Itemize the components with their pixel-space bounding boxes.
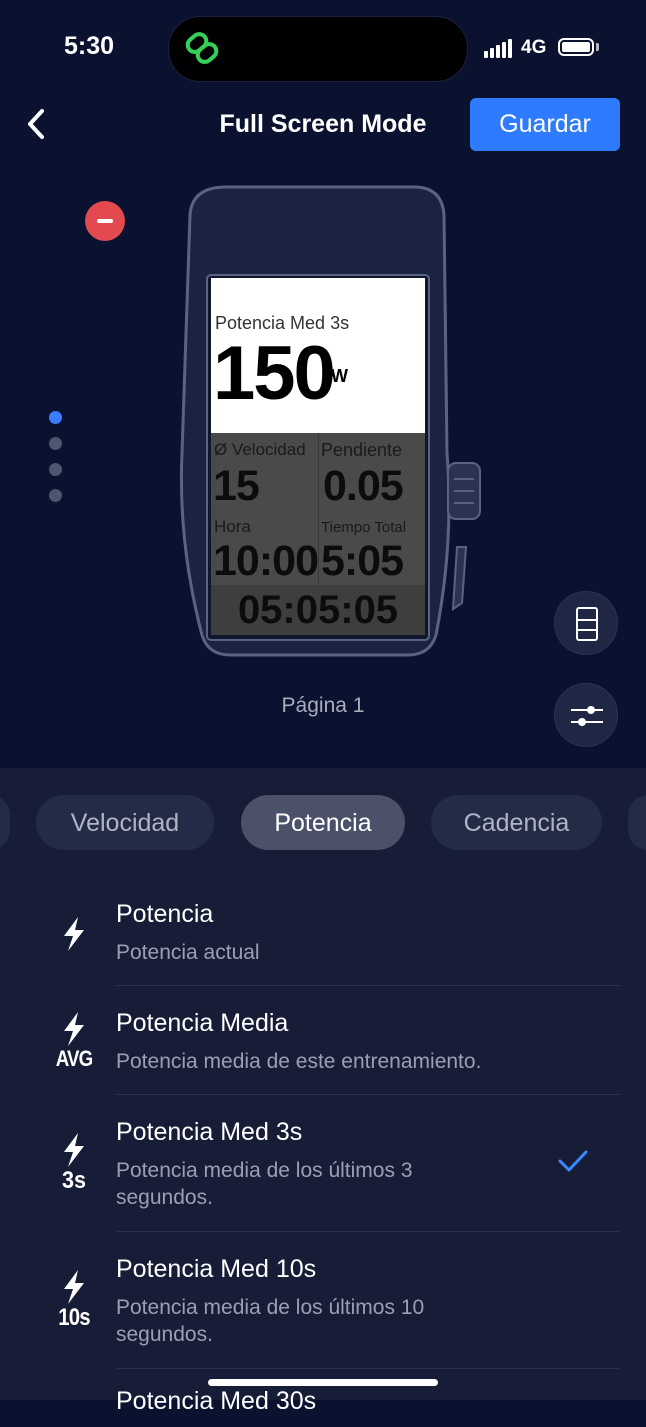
lightning-3s-icon	[64, 1133, 84, 1167]
back-chevron-icon[interactable]	[22, 106, 52, 142]
network-type: 4G	[521, 37, 547, 58]
main-field-unit: W	[331, 366, 348, 386]
status-time: 5:30	[64, 32, 115, 60]
list-item-potencia[interactable]: Potencia Potencia actual	[0, 897, 646, 985]
field-grade-value: 0.05	[323, 462, 404, 510]
list-item-icon-tag: 10s	[58, 1304, 90, 1331]
remove-page-button[interactable]	[85, 201, 125, 241]
layout-icon	[576, 607, 598, 641]
list-item-icon-tag: 3s	[61, 1167, 87, 1194]
list-divider	[116, 1231, 620, 1232]
tab-potencia[interactable]: Potencia	[241, 795, 405, 850]
list-item-title: Potencia	[116, 900, 214, 928]
field-total-time-value: 5:05	[321, 537, 404, 585]
field-grade-label: Pendiente	[321, 440, 403, 460]
field-total-time-label: Tiempo Total	[321, 519, 407, 536]
main-field[interactable]: Potencia Med 3s 150 W	[211, 278, 425, 433]
list-item-potencia-med-10s[interactable]: 10s Potencia Med 10s Potencia media de l…	[0, 1252, 646, 1368]
list-item-title: Potencia Media	[116, 1009, 289, 1037]
list-item-subtitle: Potencia media de este entrenamiento.	[116, 1050, 482, 1073]
field-time-value: 10:00	[213, 537, 319, 585]
lightning-10s-icon	[64, 1270, 84, 1304]
list-item-subtitle: Potencia actual	[116, 941, 260, 964]
list-item-title: Potencia Med 10s	[116, 1255, 317, 1283]
list-item-subtitle: Potencia media de los últimos 3 segundos…	[116, 1159, 413, 1209]
tab-cadencia[interactable]: Cadencia	[431, 795, 602, 850]
field-time-label: Hora	[214, 517, 251, 536]
page-indicator	[49, 411, 62, 515]
page-dot-3[interactable]	[49, 463, 62, 476]
save-button[interactable]: Guardar	[470, 98, 620, 151]
device-screen[interactable]: Potencia Med 3s 150 W Ø Velocidad 15 Pen…	[211, 278, 425, 635]
field-divider	[318, 433, 319, 585]
link-icon	[185, 32, 219, 64]
lightning-icon	[64, 917, 84, 951]
dynamic-island	[168, 16, 468, 82]
page-label: Página 1	[281, 694, 365, 717]
list-item-title: Potencia Med 3s	[116, 1118, 303, 1146]
layout-button[interactable]	[554, 591, 618, 655]
home-indicator	[208, 1379, 438, 1386]
battery-cap	[596, 43, 599, 51]
tab-velocidad[interactable]: Velocidad	[36, 795, 214, 850]
list-item-potencia-med-3s[interactable]: 3s Potencia Med 3s Potencia media de los…	[0, 1115, 646, 1231]
checkmark-icon	[558, 1150, 588, 1172]
list-item-potencia-media[interactable]: AVG Potencia Media Potencia media de est…	[0, 1006, 646, 1095]
page-dot-2[interactable]	[49, 437, 62, 450]
page-dot-4[interactable]	[49, 489, 62, 502]
list-item-subtitle: Potencia media de los últimos 10 segundo…	[116, 1296, 425, 1346]
battery-icon	[558, 38, 594, 56]
list-divider	[116, 1368, 620, 1369]
field-avg-speed-value: 15	[213, 462, 260, 510]
list-divider	[116, 1094, 620, 1095]
list-item-icon-tag: AVG	[55, 1046, 93, 1071]
list-divider	[116, 985, 620, 986]
main-field-value: 150	[213, 331, 336, 416]
signal-icon	[484, 38, 512, 58]
page-dot-1[interactable]	[49, 411, 62, 424]
list-item-potencia-med-30s[interactable]: Potencia Med 30s	[0, 1387, 646, 1427]
sliders-icon	[571, 706, 603, 726]
timer-field[interactable]: 05:05:05	[211, 585, 425, 635]
list-item-title: Potencia Med 30s	[116, 1387, 317, 1415]
settings-button[interactable]	[554, 683, 618, 747]
field-avg-speed-label: Ø Velocidad	[214, 440, 306, 459]
